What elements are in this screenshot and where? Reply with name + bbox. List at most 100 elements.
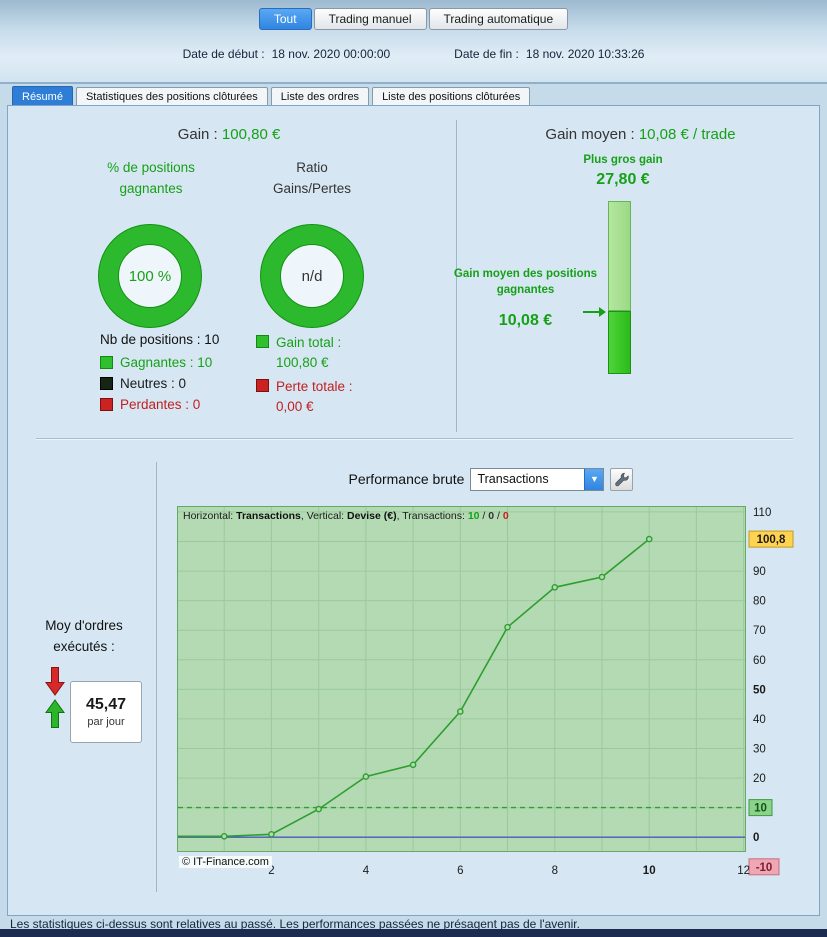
chart-type-select[interactable]: Transactions ▼ (470, 467, 605, 491)
date-end: Date de fin : 18 nov. 2020 10:33:26 (454, 47, 644, 61)
perte-totale-label: Perte totale : (276, 379, 353, 394)
chart-info-losses: 0 (502, 510, 509, 522)
ratio-gains-pertes-donut-center: n/d (280, 244, 344, 308)
chart-info-line: Horizontal: Transactions, Vertical: Devi… (183, 510, 509, 522)
nb-positions: Nb de positions : 10 (100, 332, 220, 347)
svg-text:8: 8 (552, 865, 558, 877)
gain-total-block: Gain total : 100,80 € (256, 333, 341, 372)
chart-info-wins: 10 (467, 510, 480, 522)
plus-gros-gain-value: 27,80 € (596, 171, 650, 188)
filter-tabs: Tout Trading manuel Trading automatique (0, 8, 827, 30)
chart-info-segment: / (494, 510, 503, 522)
wrench-icon (615, 472, 630, 486)
pct-positions-value: 100 % (128, 267, 172, 285)
gain-summary: Gain : 100,80 € (8, 126, 450, 143)
orders-arrows (44, 666, 68, 729)
legend-gagnantes: Gagnantes : 10 (100, 355, 212, 370)
horizontal-divider (36, 438, 793, 439)
gain-total-text: Gain total : 100,80 € (276, 333, 341, 372)
perte-totale-block: Perte totale : 0,00 € (256, 377, 353, 416)
bottom-bar (0, 929, 827, 937)
tab-strip: Résumé Statistiques des positions clôtur… (12, 86, 531, 106)
tab-liste-positions-cloturees[interactable]: Liste des positions clôturées (372, 87, 531, 106)
gain-bar-below-average (608, 311, 631, 374)
main-panel: Gain : 100,80 € % de positions gagnantes… (7, 105, 820, 916)
svg-text:40: 40 (753, 714, 766, 726)
select-dropdown-arrow-icon[interactable]: ▼ (584, 468, 604, 490)
tab-liste-des-ordres[interactable]: Liste des ordres (270, 87, 370, 106)
tab-statistiques-positions-cloturees[interactable]: Statistiques des positions clôturées (75, 87, 268, 106)
performance-chart: 110 90 80 70 60 50 40 30 20 0 100,8 10 -10 2 4 6 8 10 12 H… (177, 506, 805, 890)
gain-value: 100,80 € (221, 126, 281, 143)
gain-moyen-summary: Gain moyen : 10,08 € / trade (463, 126, 818, 143)
gain-moyen-gagnantes-label: Gain moyen des positions gagnantes (453, 268, 598, 297)
orders-average-label: Moy d'ordres exécutés : (18, 616, 150, 658)
chart-copyright: © IT-Finance.com (179, 856, 272, 868)
vertical-divider-2 (156, 462, 157, 892)
svg-text:30: 30 (753, 744, 766, 756)
performance-title: Performance brute (348, 471, 465, 487)
svg-text:20: 20 (753, 773, 766, 785)
performance-chart-canvas: 11090807060504030200100,810-102 4 6 8 10 12 (177, 506, 794, 877)
perte-totale-text: Perte totale : 0,00 € (276, 377, 353, 416)
ratio-gains-pertes-value: n/d (301, 267, 323, 285)
down-arrow-icon (45, 667, 65, 696)
date-end-label: Date de fin : (454, 47, 519, 61)
pct-positions-title: % de positions gagnantes (107, 160, 195, 196)
gain-total-value: 100,80 € (276, 354, 329, 370)
chart-info-segment: Devise (€) (347, 510, 397, 522)
neutres-label: Neutres : 0 (120, 376, 187, 391)
perte-totale-swatch-icon (256, 379, 269, 392)
tab-resume[interactable]: Résumé (12, 86, 73, 106)
perdantes-swatch-icon (100, 398, 113, 411)
filter-tab-trading-manuel[interactable]: Trading manuel (313, 8, 427, 30)
gain-label: Gain : (177, 126, 218, 143)
svg-text:80: 80 (753, 596, 766, 608)
chart-type-selected-value: Transactions (477, 472, 549, 486)
orders-per-day-value: 45,47 (85, 696, 127, 713)
orders-average-label-line2: exécutés : (53, 638, 115, 654)
perte-totale-value: 0,00 € (276, 398, 314, 414)
orders-average-label-line1: Moy d'ordres (45, 618, 123, 633)
filter-tab-tout[interactable]: Tout (258, 8, 312, 30)
header: Tout Trading manuel Trading automatique … (0, 0, 827, 84)
chart-info-segment: Transactions (236, 510, 301, 522)
gain-total-swatch-icon (256, 335, 269, 348)
svg-text:50: 50 (753, 684, 766, 696)
svg-text:0: 0 (753, 832, 759, 844)
chart-settings-button[interactable] (610, 467, 634, 491)
date-start: Date de début : 18 nov. 2020 00:00:00 (183, 47, 391, 61)
svg-text:6: 6 (457, 865, 463, 877)
gain-bar-above-average (608, 201, 631, 311)
chart-info-segment: Horizontal: (183, 510, 237, 522)
orders-per-day-box: 45,47 par jour (70, 681, 142, 743)
svg-text:110: 110 (753, 507, 771, 519)
perdantes-label: Perdantes : 0 (120, 397, 201, 412)
gagnantes-label: Gagnantes : 10 (120, 355, 213, 370)
svg-text:4: 4 (363, 865, 370, 877)
date-range: Date de début : 18 nov. 2020 00:00:00 Dat… (0, 47, 827, 61)
ratio-gains-pertes-donut: n/d (260, 224, 364, 328)
chart-info-segment: , Vertical: (300, 510, 347, 522)
ratio-gains-pertes-title: Ratio Gains/Pertes (272, 160, 352, 196)
gagnantes-swatch-icon (100, 356, 113, 369)
pct-positions-donut: 100 % (98, 224, 202, 328)
svg-text:12: 12 (737, 865, 750, 877)
svg-text:10: 10 (643, 865, 656, 877)
legend-perdantes: Perdantes : 0 (100, 397, 200, 412)
neutres-swatch-icon (100, 377, 113, 390)
svg-text:90: 90 (753, 566, 766, 578)
date-start-label: Date de début : (182, 47, 265, 61)
up-arrow-icon (45, 699, 65, 728)
svg-text:70: 70 (753, 625, 766, 637)
filter-tab-trading-automatique[interactable]: Trading automatique (428, 8, 569, 30)
performance-header: Performance brute Transactions ▼ (166, 466, 816, 492)
gain-moyen-label: Gain moyen : (545, 126, 635, 143)
gain-total-label: Gain total : (276, 335, 342, 350)
gain-moyen-gagnantes-value: 10,08 € (498, 312, 553, 329)
date-end-value: 18 nov. 2020 10:33:26 (525, 47, 645, 61)
plus-gros-gain-label: Plus gros gain (583, 154, 663, 166)
svg-text:-10: -10 (756, 862, 773, 874)
gain-moyen-value: 10,08 € / trade (638, 126, 736, 143)
chart-info-segment: , Transactions: (396, 510, 468, 522)
